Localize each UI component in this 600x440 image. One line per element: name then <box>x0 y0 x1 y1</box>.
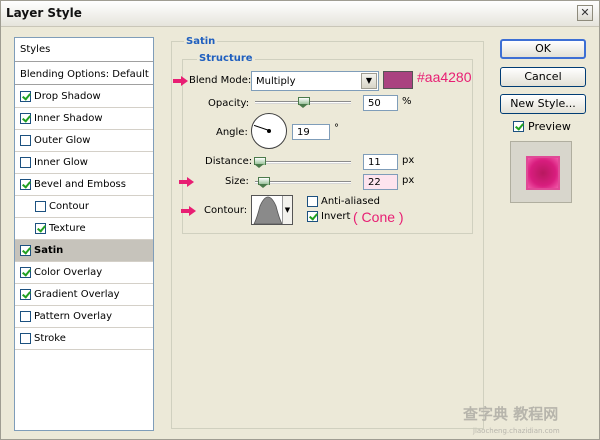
anti-aliased-checkbox[interactable] <box>307 196 318 207</box>
close-button[interactable]: ✕ <box>577 5 593 21</box>
close-icon: ✕ <box>580 6 590 19</box>
chevron-down-icon[interactable]: ▼ <box>361 73 377 89</box>
style-item-label: Bevel and Emboss <box>34 179 126 190</box>
style-preview <box>510 141 572 203</box>
opacity-label: Opacity: <box>208 98 250 109</box>
satin-color-swatch[interactable] <box>383 71 413 89</box>
blending-options-label: Blending Options: Default <box>20 69 149 80</box>
style-item-label: Pattern Overlay <box>34 311 113 322</box>
style-item-label: Contour <box>49 201 89 212</box>
angle-input[interactable]: 19 <box>292 124 330 140</box>
size-input[interactable]: 22 <box>363 174 398 190</box>
watermark-sub: jiaocheng.chazidian.com <box>473 427 560 435</box>
preview-checkbox[interactable] <box>513 121 524 132</box>
style-item-stroke[interactable]: Stroke <box>15 328 153 350</box>
opacity-value: 50 <box>368 98 381 109</box>
style-checkbox[interactable] <box>20 333 31 344</box>
style-item-pattern-overlay[interactable]: Pattern Overlay <box>15 306 153 328</box>
style-checkbox[interactable] <box>20 179 31 190</box>
style-item-label: Inner Shadow <box>34 113 103 124</box>
style-item-gradient-overlay[interactable]: Gradient Overlay <box>15 284 153 306</box>
blending-options-item[interactable]: Blending Options: Default <box>15 63 153 85</box>
angle-dial[interactable] <box>251 113 287 149</box>
style-item-label: Outer Glow <box>34 135 91 146</box>
angle-unit: ° <box>334 123 339 134</box>
style-checkbox[interactable] <box>20 289 31 300</box>
style-item-color-overlay[interactable]: Color Overlay <box>15 262 153 284</box>
watermark: 查字典 教程网 jiaocheng.chazidian.com <box>463 403 597 439</box>
distance-label: Distance: <box>205 156 253 167</box>
pink-arrow-icon <box>173 76 189 86</box>
styles-header[interactable]: Styles <box>15 38 153 62</box>
watermark-main: 查字典 教程网 <box>463 405 559 423</box>
style-item-label: Color Overlay <box>34 267 103 278</box>
distance-slider-thumb[interactable] <box>254 157 267 168</box>
pink-arrow-icon <box>181 206 197 216</box>
contour-label: Contour: <box>204 205 248 216</box>
style-checkbox[interactable] <box>20 311 31 322</box>
preview-label: Preview <box>528 120 571 133</box>
pink-arrow-icon <box>179 177 195 187</box>
new-style-button[interactable]: New Style... <box>500 94 586 114</box>
anti-aliased-label: Anti-aliased <box>321 196 381 207</box>
window-title: Layer Style <box>6 6 82 20</box>
title-bar[interactable]: Layer Style ✕ <box>1 1 599 27</box>
chevron-down-icon[interactable]: ▼ <box>282 196 292 224</box>
style-item-label: Gradient Overlay <box>34 289 120 300</box>
distance-input[interactable]: 11 <box>363 154 398 170</box>
ok-button[interactable]: OK <box>500 39 586 59</box>
styles-header-label: Styles <box>20 44 51 55</box>
preview-swatch <box>526 156 560 190</box>
invert-checkbox[interactable] <box>307 211 318 222</box>
style-item-label: Drop Shadow <box>34 91 101 102</box>
satin-group-title: Satin <box>184 36 218 47</box>
style-item-inner-glow[interactable]: Inner Glow <box>15 152 153 174</box>
opacity-slider-thumb[interactable] <box>298 97 310 108</box>
style-item-label: Inner Glow <box>34 157 88 168</box>
cone-contour-icon <box>253 196 283 224</box>
style-item-satin[interactable]: Satin <box>15 240 153 262</box>
structure-group-title: Structure <box>197 53 255 64</box>
style-item-texture[interactable]: Texture <box>15 218 153 240</box>
angle-label: Angle: <box>216 127 248 138</box>
style-item-drop-shadow[interactable]: Drop Shadow <box>15 86 153 108</box>
layer-style-dialog: Layer Style ✕ Styles Blending Options: D… <box>0 0 600 440</box>
distance-unit: px <box>402 155 415 166</box>
style-checkbox[interactable] <box>20 157 31 168</box>
style-item-inner-shadow[interactable]: Inner Shadow <box>15 108 153 130</box>
cone-annotation: ( Cone ) <box>353 209 404 225</box>
color-hex-annotation: #aa4280 <box>417 69 472 85</box>
distance-value: 11 <box>368 157 381 168</box>
style-checkbox[interactable] <box>35 201 46 212</box>
size-label: Size: <box>225 176 249 187</box>
style-checkbox[interactable] <box>20 91 31 102</box>
blend-mode-value: Multiply <box>256 76 296 87</box>
blend-mode-label: Blend Mode: <box>189 75 252 86</box>
angle-value: 19 <box>297 127 310 138</box>
style-item-label: Texture <box>49 223 86 234</box>
distance-slider-track[interactable] <box>255 161 351 164</box>
style-checkbox[interactable] <box>20 135 31 146</box>
size-unit: px <box>402 175 415 186</box>
size-slider-thumb[interactable] <box>258 177 271 188</box>
style-checkbox[interactable] <box>20 113 31 124</box>
opacity-unit: % <box>402 96 412 107</box>
contour-picker[interactable]: ▼ <box>251 195 293 225</box>
style-item-outer-glow[interactable]: Outer Glow <box>15 130 153 152</box>
invert-label: Invert <box>321 211 351 222</box>
style-checkbox[interactable] <box>35 223 46 234</box>
style-checkbox[interactable] <box>20 245 31 256</box>
cancel-button[interactable]: Cancel <box>500 67 586 87</box>
style-item-bevel-and-emboss[interactable]: Bevel and Emboss <box>15 174 153 196</box>
style-checkbox[interactable] <box>20 267 31 278</box>
angle-dial-center <box>267 129 271 133</box>
styles-list: Styles Blending Options: Default Drop Sh… <box>14 37 154 431</box>
blend-mode-select[interactable]: Multiply ▼ <box>251 71 379 91</box>
style-item-contour[interactable]: Contour <box>15 196 153 218</box>
style-item-label: Stroke <box>34 333 66 344</box>
size-value: 22 <box>368 177 381 188</box>
opacity-input[interactable]: 50 <box>363 95 398 111</box>
style-item-label: Satin <box>34 245 64 256</box>
